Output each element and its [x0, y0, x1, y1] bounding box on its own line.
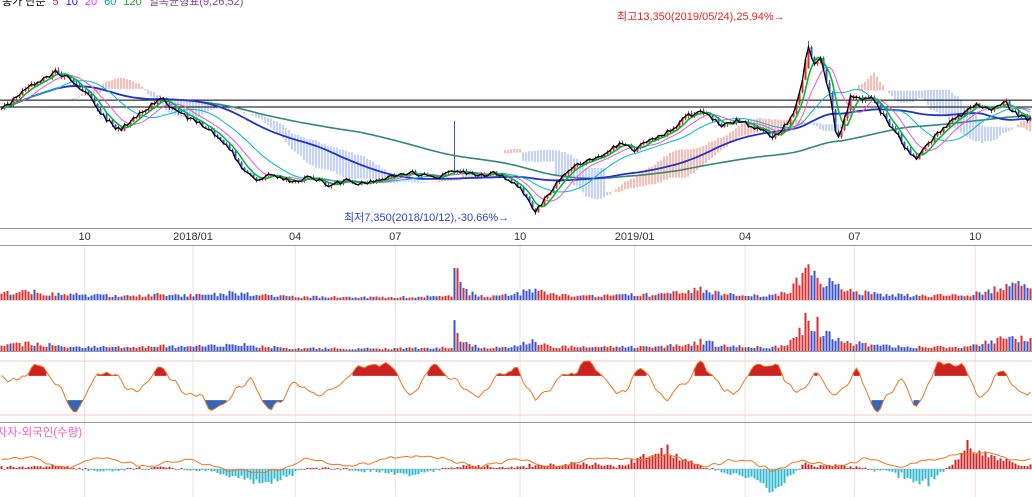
oscillator-canvas: [0, 352, 1032, 422]
time-axis-label: 04: [738, 231, 752, 243]
legend-item: 10: [65, 0, 78, 8]
legend-item: 종가 단순: [2, 0, 46, 8]
volume-panel-2[interactable]: [0, 301, 1032, 352]
investor-foreigner-panel[interactable]: 투자자-외국인(수량): [0, 423, 1032, 497]
price-chart-panel[interactable]: 종가 단순 5 10 20 60 120 일목균형표(9,26,52) 최고13,350(2…: [0, 0, 1032, 228]
ma-legend: 종가 단순 5 10 20 60 120 일목균형표(9,26,52): [2, 0, 250, 9]
time-axis-label: 2018/01: [173, 231, 213, 243]
time-axis-label: 10: [969, 231, 982, 243]
legend-item: 20: [84, 0, 98, 8]
investor-foreigner-canvas: [0, 423, 1032, 497]
volume-canvas: [0, 246, 1032, 300]
volume-canvas-2: [0, 301, 1032, 351]
time-axis-label: 04: [289, 231, 302, 243]
time-axis-label: 07: [389, 231, 402, 243]
price-chart-canvas: [0, 40, 1032, 215]
time-axis-label: 2019/01: [614, 231, 655, 243]
legend-item: 5: [52, 0, 59, 8]
volume-panel[interactable]: [0, 246, 1032, 301]
high-price-annotation: 최고13,350(2019/05/24),25.94%→: [617, 11, 785, 23]
time-axis-label: 07: [848, 231, 861, 243]
investor-foreigner-label: 투자자-외국인(수량): [0, 427, 83, 439]
oscillator-panel[interactable]: [0, 352, 1032, 423]
stock-chart-window: 종가 단순 5 10 20 60 120 일목균형표(9,26,52) 최고13,350(2…: [0, 0, 1032, 497]
legend-item: 일목균형표(9,26,52): [148, 0, 244, 8]
legend-item: 60: [104, 0, 117, 8]
time-axis-label: 10: [78, 231, 91, 243]
legend-item: 120: [123, 0, 142, 8]
time-axis-label: 10: [514, 231, 527, 243]
low-price-annotation: 최저7,350(2018/10/12),-30.66%→: [344, 212, 510, 224]
time-axis: 10 2018/01 04 07 10 2019/01 04 07 10: [0, 228, 1032, 246]
